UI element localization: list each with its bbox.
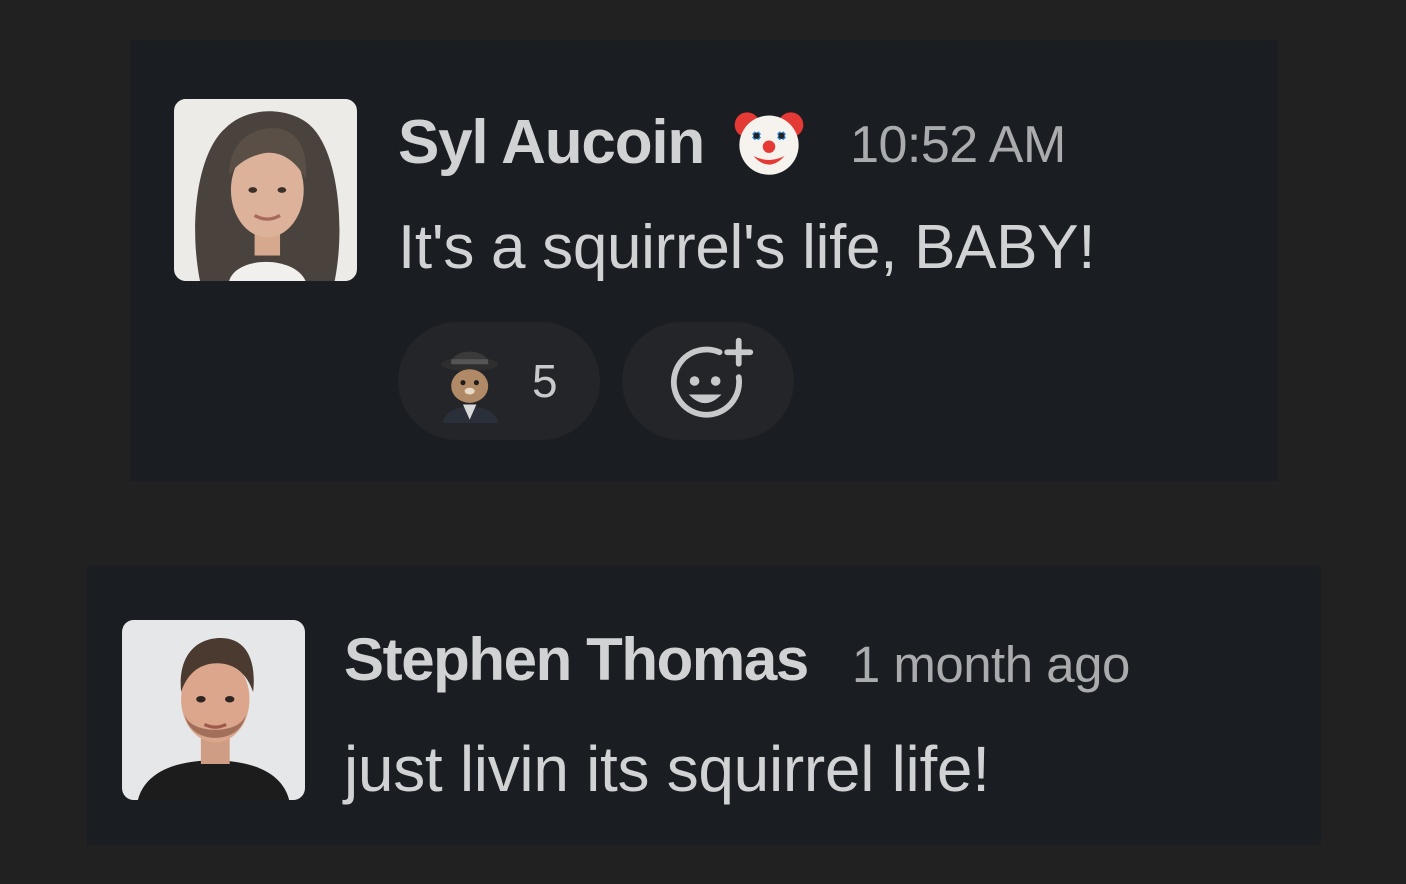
avatar-photo-icon (123, 620, 304, 800)
message-text: It's a squirrel's life, BABY! (398, 213, 1096, 282)
add-reaction-icon (660, 333, 756, 429)
reaction-bar: 5 (398, 322, 794, 440)
author-name[interactable]: Syl Aucoin (398, 107, 705, 178)
user-avatar[interactable] (174, 99, 357, 281)
spy-squirrel-emoji-icon (426, 339, 510, 423)
author-name[interactable]: Stephen Thomas (344, 625, 809, 694)
add-reaction-button[interactable] (622, 322, 794, 440)
message-card[interactable]: Stephen Thomas 1 month ago just livin it… (87, 566, 1321, 845)
message-timestamp[interactable]: 10:52 AM (850, 115, 1066, 175)
message-header: Stephen Thomas 1 month ago (344, 624, 1130, 694)
clown-face-icon[interactable] (730, 103, 808, 181)
message-card[interactable]: Syl Aucoin 10:52 AM It's a squirrel's li… (130, 40, 1278, 481)
avatar-photo-icon (174, 99, 357, 281)
message-timestamp[interactable]: 1 month ago (852, 635, 1131, 694)
message-text: just livin its squirrel life! (344, 733, 990, 805)
user-avatar[interactable] (122, 620, 305, 800)
reaction-count: 5 (532, 355, 558, 407)
message-header: Syl Aucoin 10:52 AM (398, 102, 1066, 182)
reaction-button[interactable]: 5 (398, 322, 600, 440)
